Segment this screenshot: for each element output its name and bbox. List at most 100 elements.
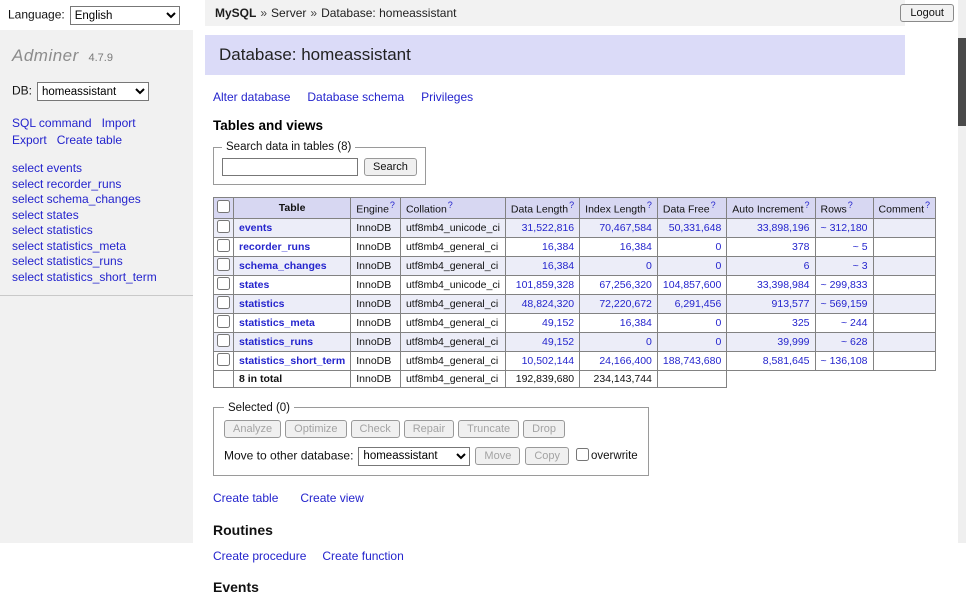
table-name-link[interactable]: statistics_meta [239,317,315,329]
help-icon[interactable]: ? [805,200,810,210]
index-length-link[interactable]: 0 [646,336,652,348]
rows-count-link[interactable]: ~ 299,833 [821,279,868,291]
table-name-link[interactable]: events [239,222,272,234]
rows-count-link[interactable]: ~ 3 [853,260,868,272]
sidebar-table-link[interactable]: select recorder_runs [12,177,181,193]
bulk-action-button[interactable]: Check [351,420,400,438]
search-input[interactable] [222,158,358,176]
bulk-action-button[interactable]: Truncate [458,420,519,438]
create-function-link[interactable]: Create function [322,549,403,563]
sidebar-table-link[interactable]: select statistics [12,223,181,239]
data-free-link[interactable]: 188,743,680 [663,355,721,367]
export-link[interactable]: Export [12,133,47,147]
db-action-link[interactable]: Database schema [307,90,404,104]
index-length-link[interactable]: 16,384 [620,241,652,253]
select-all-checkbox[interactable] [217,200,230,213]
auto-increment-link[interactable]: 6 [804,260,810,272]
data-length-link[interactable]: 16,384 [542,260,574,272]
row-select-checkbox[interactable] [217,334,230,347]
data-free-link[interactable]: 104,857,600 [663,279,721,291]
sidebar-table-link[interactable]: select statistics_meta [12,239,181,255]
rows-count-link[interactable]: ~ 628 [841,336,868,348]
index-length-link[interactable]: 0 [646,260,652,272]
sidebar-table-link[interactable]: select schema_changes [12,192,181,208]
auto-increment-link[interactable]: 39,999 [777,336,809,348]
bulk-action-button[interactable]: Analyze [224,420,281,438]
data-length-link[interactable]: 48,824,320 [522,298,575,310]
sql-command-link[interactable]: SQL command [12,116,92,130]
index-length-link[interactable]: 24,166,400 [599,355,652,367]
data-free-link[interactable]: 0 [715,260,721,272]
sidebar-table-link[interactable]: select events [12,161,181,177]
index-length-link[interactable]: 72,220,672 [599,298,652,310]
data-free-link[interactable]: 0 [715,317,721,329]
help-icon[interactable]: ? [925,200,930,210]
import-link[interactable]: Import [102,116,136,130]
sidebar-table-link[interactable]: select states [12,208,181,224]
auto-increment-link[interactable]: 378 [792,241,810,253]
row-select-checkbox[interactable] [217,277,230,290]
bulk-action-button[interactable]: Optimize [285,420,346,438]
data-free-link[interactable]: 0 [715,336,721,348]
row-select-checkbox[interactable] [217,315,230,328]
data-length-link[interactable]: 101,859,328 [516,279,574,291]
move-button[interactable]: Move [475,447,520,465]
create-table-link-sidebar[interactable]: Create table [57,133,122,147]
rows-count-link[interactable]: ~ 5 [853,241,868,253]
index-length-link[interactable]: 16,384 [620,317,652,329]
rows-count-link[interactable]: ~ 244 [841,317,868,329]
data-length-link[interactable]: 49,152 [542,317,574,329]
auto-increment-link[interactable]: 8,581,645 [763,355,810,367]
create-view-link[interactable]: Create view [300,491,363,505]
row-select-checkbox[interactable] [217,353,230,366]
vertical-scrollbar[interactable] [958,0,966,543]
create-table-link[interactable]: Create table [213,491,278,505]
breadcrumb-server-link[interactable]: Server [271,6,306,20]
db-action-link[interactable]: Alter database [213,90,290,104]
search-button[interactable]: Search [364,158,417,176]
bulk-action-button[interactable]: Repair [404,420,454,438]
overwrite-checkbox[interactable] [576,448,589,461]
breadcrumb-mysql-link[interactable]: MySQL [215,6,256,20]
row-select-checkbox[interactable] [217,239,230,252]
help-icon[interactable]: ? [390,200,395,210]
scrollbar-thumb[interactable] [958,38,966,126]
db-action-link[interactable]: Privileges [421,90,473,104]
rows-count-link[interactable]: ~ 312,180 [821,222,868,234]
auto-increment-link[interactable]: 913,577 [772,298,810,310]
language-select[interactable]: English [70,6,180,25]
data-length-link[interactable]: 10,502,144 [522,355,575,367]
row-select-checkbox[interactable] [217,220,230,233]
logout-button[interactable]: Logout [900,4,954,22]
db-select[interactable]: homeassistant [37,82,149,101]
data-length-link[interactable]: 49,152 [542,336,574,348]
data-length-link[interactable]: 16,384 [542,241,574,253]
table-name-link[interactable]: recorder_runs [239,241,310,253]
help-icon[interactable]: ? [647,200,652,210]
version-label[interactable]: 4.7.9 [88,52,112,64]
create-procedure-link[interactable]: Create procedure [213,549,306,563]
auto-increment-link[interactable]: 325 [792,317,810,329]
sidebar-table-link[interactable]: select statistics_short_term [12,270,181,286]
data-free-link[interactable]: 6,291,456 [675,298,722,310]
bulk-action-button[interactable]: Drop [523,420,565,438]
help-icon[interactable]: ? [448,200,453,210]
data-free-link[interactable]: 0 [715,241,721,253]
index-length-link[interactable]: 67,256,320 [599,279,652,291]
table-name-link[interactable]: statistics_runs [239,336,313,348]
data-length-link[interactable]: 31,522,816 [522,222,575,234]
table-name-link[interactable]: schema_changes [239,260,327,272]
help-icon[interactable]: ? [569,200,574,210]
help-icon[interactable]: ? [848,200,853,210]
help-icon[interactable]: ? [711,200,716,210]
rows-count-link[interactable]: ~ 136,108 [821,355,868,367]
sidebar-table-link[interactable]: select statistics_runs [12,254,181,270]
row-select-checkbox[interactable] [217,258,230,271]
copy-button[interactable]: Copy [525,447,569,465]
data-free-link[interactable]: 50,331,648 [669,222,722,234]
auto-increment-link[interactable]: 33,898,196 [757,222,810,234]
row-select-checkbox[interactable] [217,296,230,309]
auto-increment-link[interactable]: 33,398,984 [757,279,810,291]
table-name-link[interactable]: states [239,279,269,291]
move-db-select[interactable]: homeassistant [358,447,470,466]
